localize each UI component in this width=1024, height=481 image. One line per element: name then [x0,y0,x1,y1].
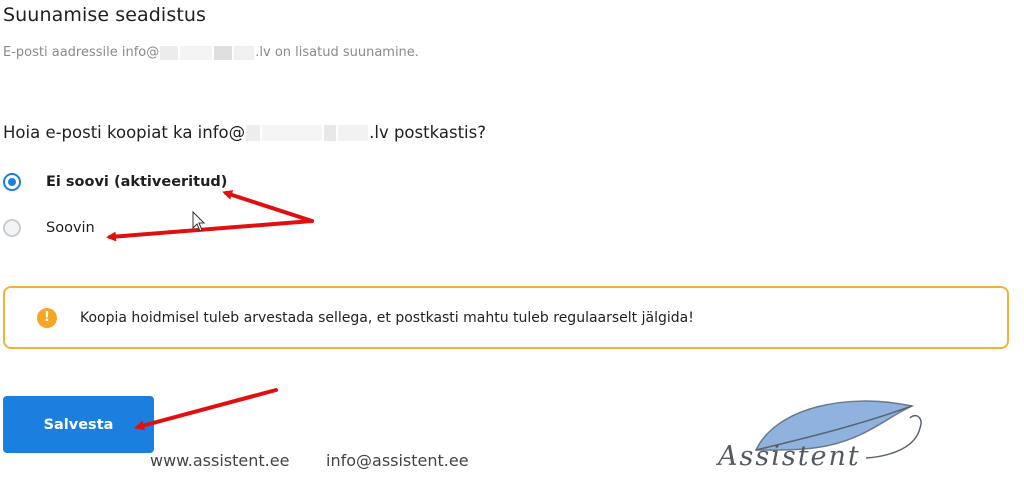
logo-text: Assistent [718,441,861,472]
redacted-domain [180,45,213,60]
radio-button-unchecked[interactable] [3,219,21,237]
redacted-domain [214,45,233,60]
redacted-domain [338,124,369,141]
redacted-domain [262,124,323,141]
copy-question: Hoia e-posti koopiat ka info@ .lv postka… [3,123,486,142]
redacted-domain [234,45,255,60]
save-button[interactable]: Salvesta [3,396,154,453]
alert-text: Koopia hoidmisel tuleb arvestada sellega… [80,309,694,326]
radio-option-soovin[interactable]: Soovin [3,219,95,237]
subtitle-suffix: .lv on lisatud suunamine. [255,45,419,60]
radio-label: Soovin [46,220,95,236]
mouse-cursor-icon [192,210,206,232]
footer-website: www.assistent.ee [150,451,290,470]
forwarding-description: E-posti aadressile info@ .lv on lisatud … [3,45,419,60]
question-suffix: .lv postkastis? [369,123,486,142]
subtitle-prefix: E-posti aadressile info@ [3,45,160,60]
warning-alert: ! Koopia hoidmisel tuleb arvestada selle… [3,286,1009,349]
redacted-domain [324,124,337,141]
arrow-to-save [134,388,278,431]
footer-email: info@assistent.ee [326,451,469,470]
redacted-domain [160,45,179,60]
question-prefix: Hoia e-posti koopiat ka info@ [3,123,246,142]
radio-button-checked[interactable] [3,173,21,191]
page-title: Suunamise seadistus [3,4,207,26]
redacted-domain [246,124,261,141]
warning-icon: ! [37,307,57,328]
radio-option-ei-soovi[interactable]: Ei soovi (aktiveeritud) [3,173,227,191]
arrow-to-ei-soovi [222,190,314,223]
arrow-to-soovin [106,219,314,242]
radio-label: Ei soovi (aktiveeritud) [46,174,228,190]
